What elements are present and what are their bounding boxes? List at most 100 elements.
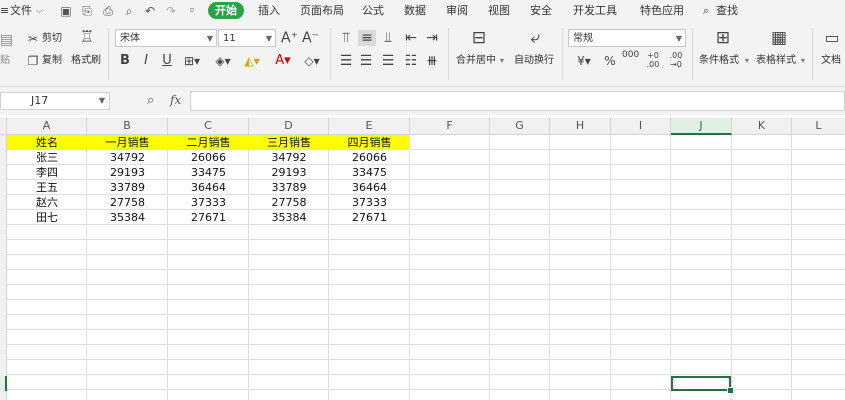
chevron-down-icon[interactable]: ▾	[745, 54, 749, 68]
cell-c1[interactable]: 二月销售	[168, 135, 249, 150]
hamburger-icon[interactable]: ≡	[0, 3, 9, 19]
column-header-i[interactable]: I	[611, 118, 671, 135]
font-size-select[interactable]: 11 ▼	[218, 29, 276, 47]
undo-icon[interactable]: ↶	[142, 3, 158, 19]
table-style-icon[interactable]: ▦	[768, 30, 790, 47]
table-cell[interactable]: 李四	[7, 165, 87, 180]
number-format-select[interactable]: 常规 ▼	[568, 29, 686, 47]
italic-icon[interactable]: I	[139, 53, 153, 69]
column-header-d[interactable]: D	[249, 118, 329, 135]
fill-handle[interactable]	[727, 387, 734, 394]
table-cell[interactable]: 29193	[249, 165, 329, 180]
chevron-down-icon[interactable]: ▾	[500, 54, 504, 68]
document-helper-button[interactable]: 文档	[821, 54, 841, 68]
cell-a1[interactable]: 姓名	[7, 135, 87, 150]
font-grow-icon[interactable]: A⁺	[281, 30, 298, 46]
paste-icon[interactable]: ▤	[0, 32, 13, 48]
tab-page-layout[interactable]: 页面布局	[300, 3, 344, 19]
table-cell[interactable]: 26066	[168, 150, 249, 165]
format-painter-button[interactable]: 格式刷	[71, 54, 101, 68]
table-cell[interactable]: 33475	[168, 165, 249, 180]
table-cell[interactable]: 37333	[168, 195, 249, 210]
document-helper-icon[interactable]: ▭	[822, 30, 842, 46]
justify-icon[interactable]: ☷	[403, 53, 419, 69]
formula-input[interactable]	[190, 91, 845, 111]
table-cell[interactable]: 王五	[7, 180, 87, 195]
tab-insert[interactable]: 插入	[258, 3, 280, 19]
fill-color-icon[interactable]: ◈▾	[212, 53, 234, 69]
tab-view[interactable]: 视图	[488, 3, 510, 19]
cell-e1[interactable]: 四月销售	[329, 135, 410, 150]
column-header-f[interactable]: F	[410, 118, 490, 135]
table-cell[interactable]: 36464	[329, 180, 410, 195]
print-preview-icon[interactable]: ⌕	[121, 3, 137, 19]
active-cell-j17[interactable]	[671, 376, 731, 391]
currency-icon[interactable]: ¥▾	[572, 53, 596, 69]
redo-icon[interactable]: ↷	[163, 3, 179, 19]
row-headers[interactable]	[0, 135, 7, 400]
tab-data[interactable]: 数据	[404, 3, 426, 19]
tab-formulas[interactable]: 公式	[362, 3, 384, 19]
table-cell[interactable]: 33789	[87, 180, 168, 195]
column-header-c[interactable]: C	[168, 118, 249, 135]
column-header-e[interactable]: E	[329, 118, 410, 135]
bold-icon[interactable]: B	[118, 53, 132, 69]
column-header-j[interactable]: J	[671, 118, 732, 135]
cut-button[interactable]: 剪切	[42, 32, 62, 46]
column-header-a[interactable]: A	[7, 118, 87, 135]
fx-icon[interactable]: fx	[170, 93, 181, 107]
clear-format-icon[interactable]: ◇▾	[301, 53, 323, 69]
export-icon[interactable]: ⎘	[79, 3, 95, 19]
table-cell[interactable]: 张三	[7, 150, 87, 165]
table-cell[interactable]: 27671	[168, 210, 249, 225]
save-icon[interactable]: ▣	[58, 3, 74, 19]
quick-access-dropdown-icon[interactable]: ▿	[184, 3, 200, 19]
scissors-icon[interactable]: ✂	[26, 31, 40, 47]
column-header-b[interactable]: B	[87, 118, 168, 135]
merge-center-button[interactable]: 合并居中	[456, 54, 496, 68]
table-cell[interactable]: 29193	[87, 165, 168, 180]
column-header-g[interactable]: G	[490, 118, 550, 135]
zoom-icon[interactable]: ⌕	[147, 93, 154, 108]
table-cell[interactable]: 33475	[329, 165, 410, 180]
table-cell[interactable]: 26066	[329, 150, 410, 165]
search-button[interactable]: 查找	[716, 3, 738, 19]
table-cell[interactable]: 34792	[87, 150, 168, 165]
name-box[interactable]: J17 ▼	[0, 92, 110, 110]
tab-security[interactable]: 安全	[530, 3, 552, 19]
chevron-down-icon[interactable]: ▾	[801, 54, 805, 68]
tab-home[interactable]: 开始	[208, 2, 244, 19]
table-cell[interactable]: 27758	[87, 195, 168, 210]
align-right-icon[interactable]: ☰	[380, 53, 396, 69]
underline-icon[interactable]: U	[160, 53, 174, 69]
cell-d1[interactable]: 三月销售	[249, 135, 329, 150]
font-shrink-icon[interactable]: A⁻	[302, 30, 319, 46]
distribute-icon[interactable]: ⧻	[424, 53, 440, 69]
tab-special-apps[interactable]: 特色应用	[640, 3, 684, 19]
cell-b1[interactable]: 一月销售	[87, 135, 168, 150]
table-cell[interactable]: 34792	[249, 150, 329, 165]
percent-icon[interactable]: %	[602, 53, 618, 69]
paste-label[interactable]: 贴	[0, 54, 10, 68]
table-cell[interactable]: 赵六	[7, 195, 87, 210]
select-all-corner[interactable]	[0, 118, 7, 135]
search-icon[interactable]: ⌕	[703, 3, 709, 19]
indent-increase-icon[interactable]: ⇥	[424, 30, 440, 46]
table-cell[interactable]: 田七	[7, 210, 87, 225]
wrap-text-button[interactable]: 自动换行	[514, 54, 554, 68]
menu-file[interactable]: 文件	[10, 3, 32, 19]
column-header-k[interactable]: K	[732, 118, 792, 135]
align-top-icon[interactable]: ⫪	[338, 30, 354, 46]
chevron-down-icon[interactable]: ⌵	[36, 3, 43, 19]
conditional-format-button[interactable]: 条件格式	[699, 54, 739, 68]
border-icon[interactable]: ⊞▾	[181, 53, 203, 69]
table-cell[interactable]: 33789	[249, 180, 329, 195]
table-cell[interactable]: 35384	[87, 210, 168, 225]
highlight-icon[interactable]: ◭▾	[241, 53, 263, 69]
column-header-l[interactable]: L	[792, 118, 845, 135]
column-header-h[interactable]: H	[550, 118, 611, 135]
tab-developer[interactable]: 开发工具	[573, 3, 617, 19]
indent-decrease-icon[interactable]: ⇤	[403, 30, 419, 46]
font-color-icon[interactable]: A▾	[272, 53, 294, 69]
align-left-icon[interactable]: ☰	[338, 53, 354, 69]
